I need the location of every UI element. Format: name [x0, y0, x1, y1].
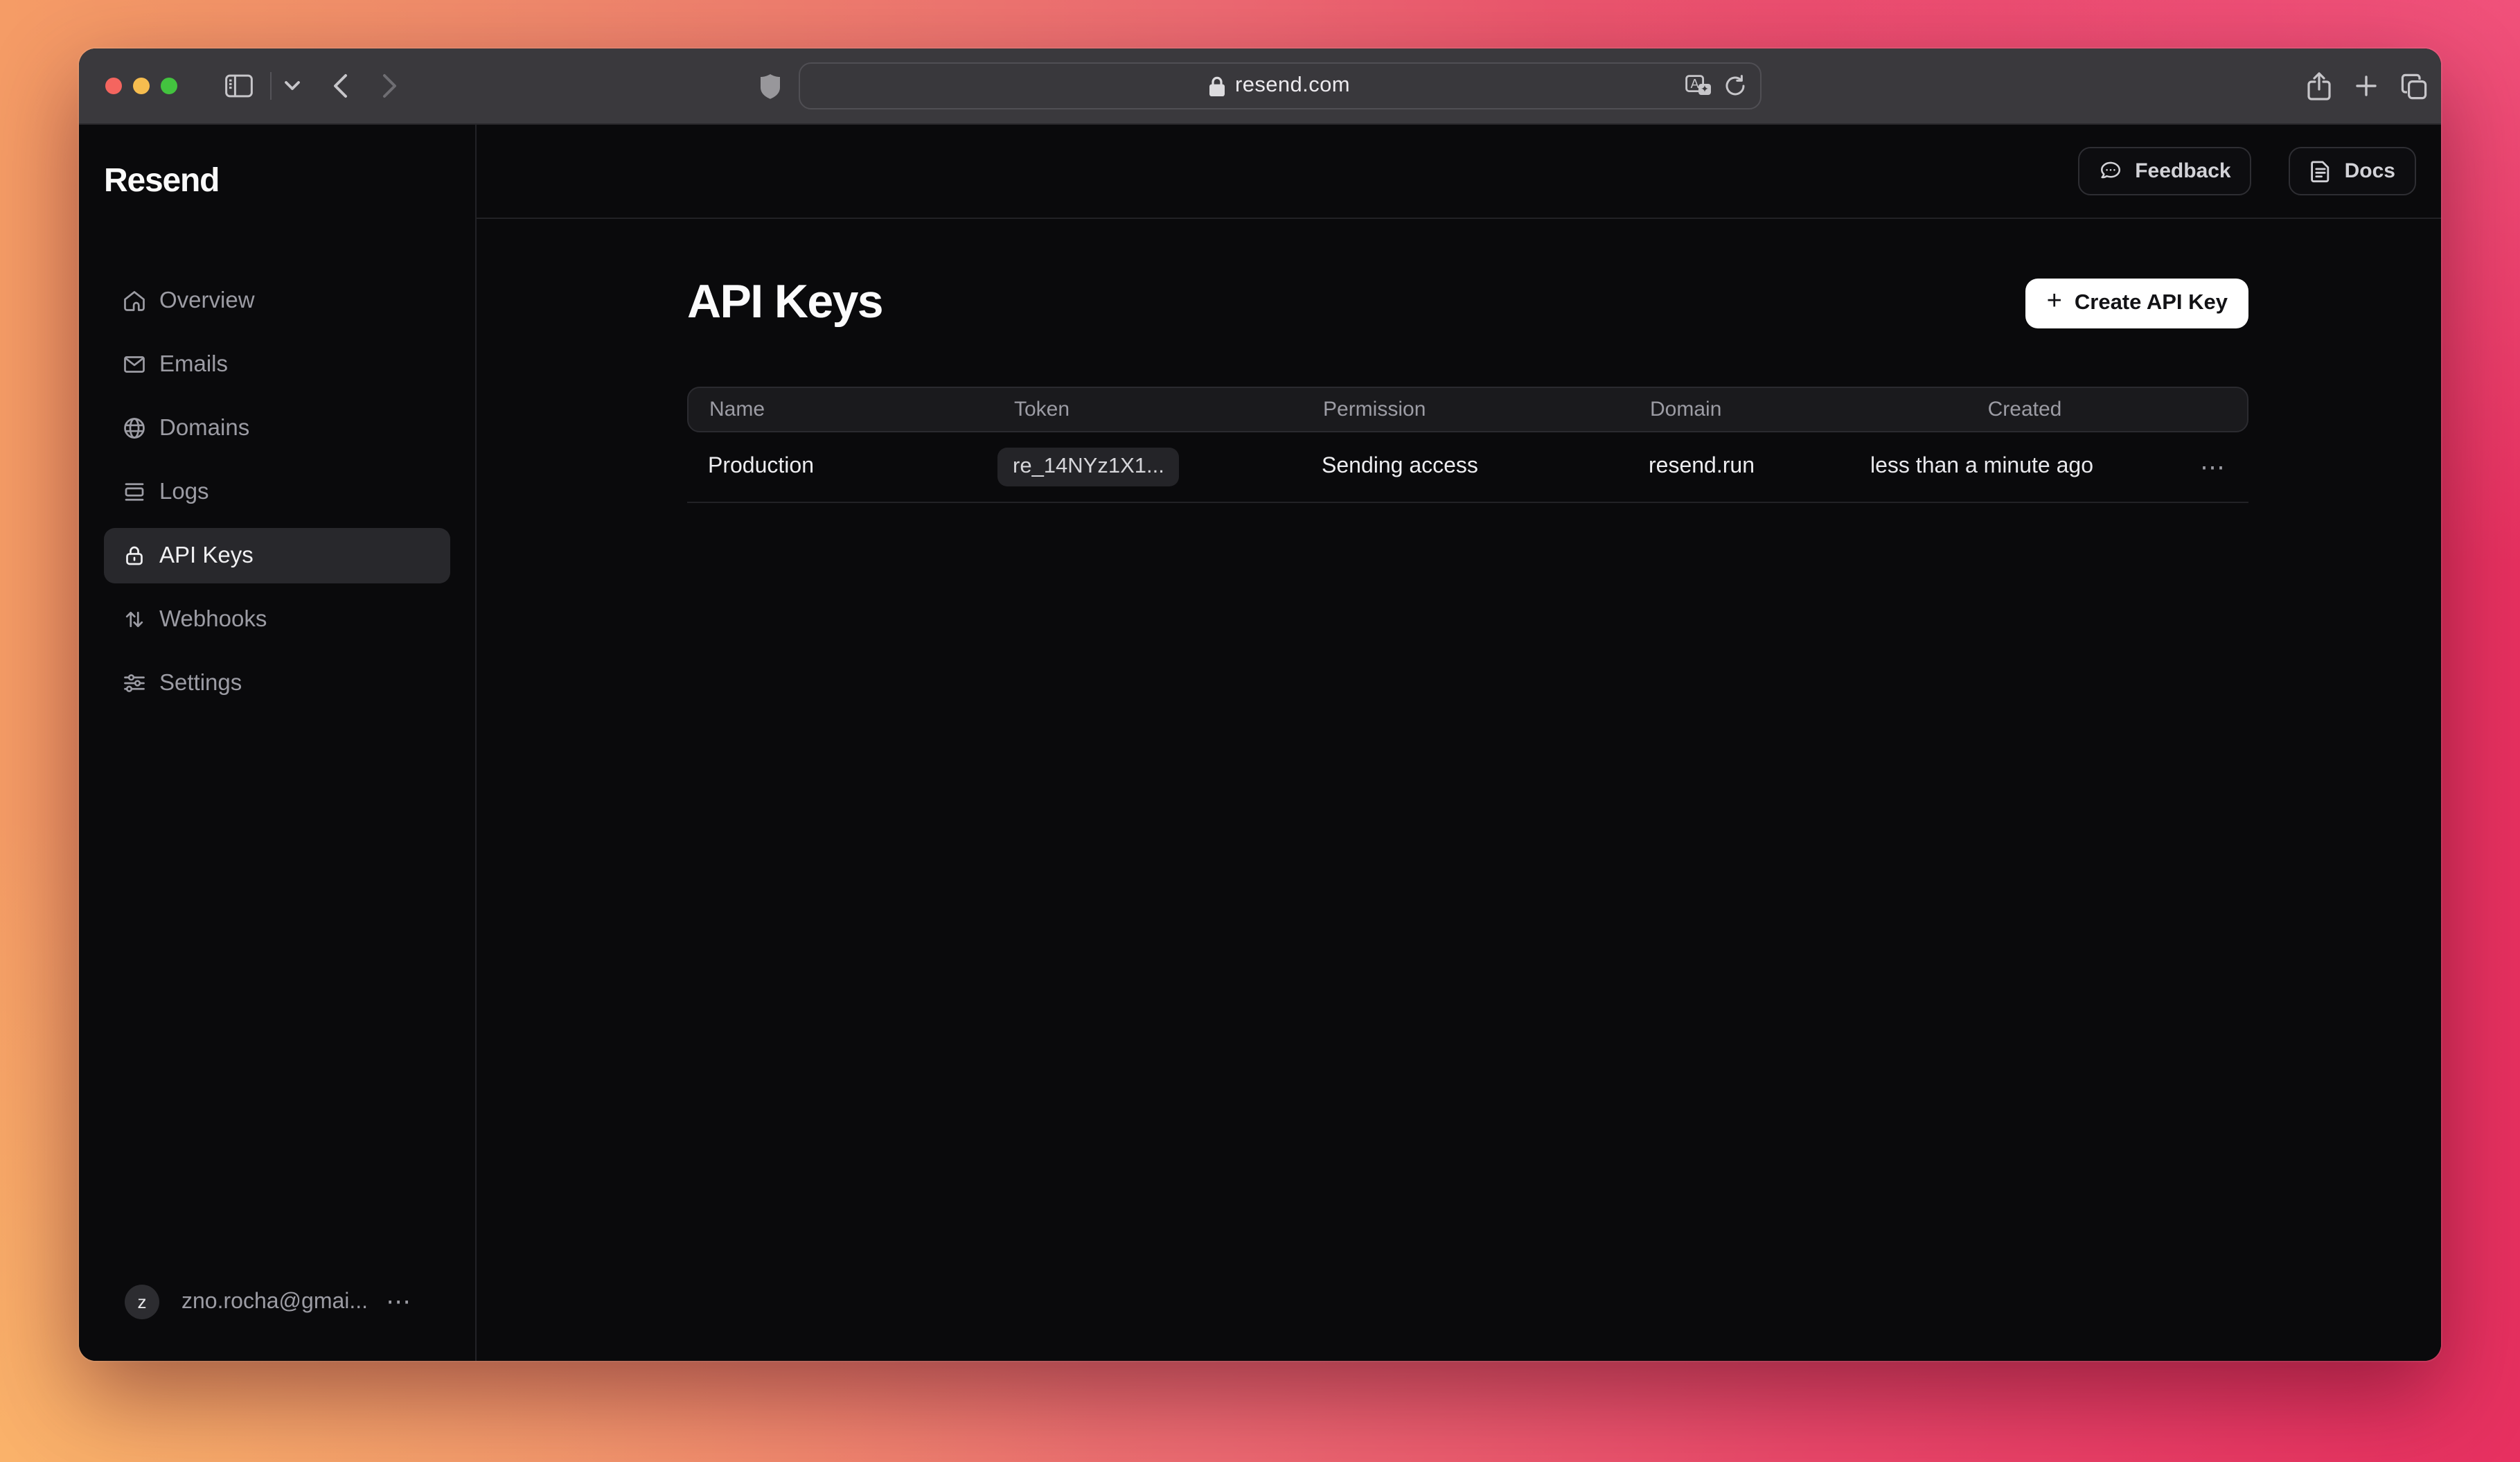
arrows-up-down-icon: [122, 607, 147, 632]
browser-window: resend.com A ✦: [79, 49, 2441, 1361]
new-tab-icon[interactable]: [2355, 75, 2377, 97]
account-more-icon[interactable]: ⋯: [386, 1287, 411, 1316]
sidebar-item-label: API Keys: [159, 543, 254, 569]
url-text: resend.com: [1235, 73, 1350, 98]
lock-icon: [1209, 76, 1225, 96]
zoom-window-button[interactable]: [161, 78, 177, 94]
main-topbar: Feedback Docs: [477, 125, 2441, 219]
sidebar-item-overview[interactable]: Overview: [104, 273, 450, 328]
forward-icon[interactable]: [382, 73, 398, 98]
sidebar-item-label: Emails: [159, 351, 228, 378]
page-title: API Keys: [687, 276, 882, 330]
feedback-icon: [2099, 159, 2122, 183]
sidebar-item-label: Webhooks: [159, 606, 267, 633]
account-email: zno.rocha@gmai...: [181, 1289, 368, 1314]
sliders-icon: [122, 671, 147, 696]
logs-icon: [122, 479, 147, 504]
docs-button[interactable]: Docs: [2289, 147, 2416, 195]
token-chip[interactable]: re_14NYz1X1...: [997, 448, 1180, 486]
sidebar-item-emails[interactable]: Emails: [104, 337, 450, 392]
sidebar-item-label: Logs: [159, 479, 209, 505]
plus-icon: +: [2047, 288, 2062, 315]
tab-overview-icon[interactable]: [2401, 73, 2427, 99]
privacy-shield-icon[interactable]: [759, 73, 780, 99]
translate-icon[interactable]: A ✦: [1685, 75, 1711, 97]
home-icon: [122, 288, 147, 313]
main-panel: Feedback Docs API Keys: [477, 125, 2441, 1361]
account-row[interactable]: z zno.rocha@gmai... ⋯: [79, 1285, 475, 1361]
back-icon[interactable]: [332, 73, 348, 98]
column-header-name: Name: [689, 398, 1014, 421]
sidebar-item-label: Domains: [159, 415, 249, 441]
sidebar-item-api-keys[interactable]: API Keys: [104, 528, 450, 583]
svg-text:✦: ✦: [1700, 83, 1708, 94]
row-actions-icon[interactable]: ⋯: [2176, 452, 2248, 482]
cell-domain: resend.run: [1649, 455, 1870, 479]
sidebar-item-label: Settings: [159, 670, 242, 696]
sidebar-item-webhooks[interactable]: Webhooks: [104, 592, 450, 647]
column-header-created: Created: [1872, 398, 2178, 421]
cell-name: Production: [687, 455, 1013, 479]
mail-icon: [122, 352, 147, 377]
sidebar-nav: Overview Emails: [104, 273, 450, 711]
docs-icon: [2310, 159, 2332, 183]
table-header: Name Token Permission Domain Created: [687, 387, 2248, 432]
page-content: API Keys + Create API Key Name Token Per…: [477, 219, 2441, 503]
sidebar: Resend Overview: [79, 125, 477, 1361]
browser-toolbar: resend.com A ✦: [79, 49, 2441, 125]
svg-text:A: A: [1690, 77, 1698, 91]
resend-logo: Resend: [104, 162, 475, 201]
sidebar-item-logs[interactable]: Logs: [104, 464, 450, 520]
sidebar-item-label: Overview: [159, 288, 255, 314]
cell-permission: Sending access: [1322, 455, 1649, 479]
sidebar-item-settings[interactable]: Settings: [104, 655, 450, 711]
api-keys-table: Name Token Permission Domain Created Pro…: [687, 387, 2248, 503]
reload-icon[interactable]: [1723, 75, 1746, 97]
create-api-key-button[interactable]: + Create API Key: [2026, 278, 2248, 328]
column-header-permission: Permission: [1323, 398, 1650, 421]
chevron-down-icon[interactable]: [284, 80, 301, 91]
column-header-domain: Domain: [1650, 398, 1872, 421]
address-bar[interactable]: resend.com A ✦: [798, 62, 1761, 109]
feedback-label: Feedback: [2135, 159, 2230, 183]
docs-label: Docs: [2345, 159, 2395, 183]
globe-icon: [122, 416, 147, 441]
close-window-button[interactable]: [105, 78, 122, 94]
toolbar-divider: [270, 72, 272, 100]
sidebar-toggle-icon[interactable]: [224, 73, 254, 98]
column-header-token: Token: [1014, 398, 1323, 421]
app-root: Resend Overview: [79, 125, 2441, 1361]
lock-icon: [122, 543, 147, 568]
minimize-window-button[interactable]: [133, 78, 150, 94]
sidebar-item-domains[interactable]: Domains: [104, 400, 450, 456]
avatar[interactable]: z: [125, 1285, 159, 1319]
feedback-button[interactable]: Feedback: [2078, 147, 2251, 195]
table-row: Production re_14NYz1X1... Sending access…: [687, 432, 2248, 503]
share-icon[interactable]: [2307, 71, 2332, 100]
cell-created: less than a minute ago: [1870, 455, 2176, 479]
create-api-key-label: Create API Key: [2075, 290, 2228, 315]
